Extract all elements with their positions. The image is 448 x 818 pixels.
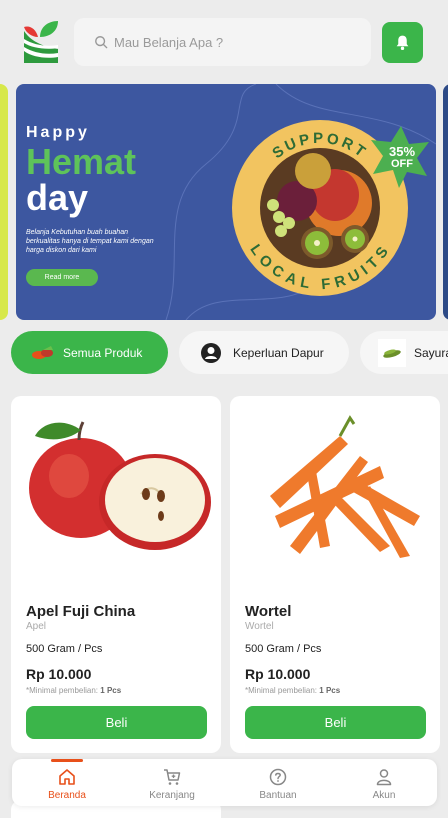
category-label: Semua Produk [63, 345, 143, 360]
product-price: Rp 10.000 [245, 666, 311, 682]
product-min-order: *Minimal pembelian: 1 Pcs [26, 686, 122, 695]
user-icon [376, 769, 392, 786]
apple-image [29, 421, 211, 550]
banner-day: day [26, 177, 89, 218]
mixed-produce-icon [32, 345, 53, 359]
read-more-button[interactable]: Read more [26, 269, 98, 286]
banner-next-peek[interactable] [443, 84, 448, 320]
banner-hemat: Hemat [26, 141, 137, 182]
search-input[interactable]: Mau Belanja Apa ? [74, 18, 371, 66]
bottom-navigation: Beranda Keranjang Bantuan Akun [12, 759, 437, 806]
product-min-order: *Minimal pembelian: 1 Pcs [245, 686, 341, 695]
banner-prev-peek[interactable] [0, 84, 8, 320]
banner-text-block: Happy Hemat day Belanja Kebutuhan buah b… [26, 124, 176, 286]
buy-button[interactable]: Beli [26, 706, 207, 739]
product-card[interactable]: Wortel Wortel 500 Gram / Pcs Rp 10.000 *… [230, 396, 440, 753]
nav-item-home[interactable]: Beranda [22, 759, 112, 806]
category-chip-all[interactable]: Semua Produk [11, 331, 168, 374]
nav-item-account[interactable]: Akun [339, 759, 429, 806]
search-placeholder: Mau Belanja Apa ? [114, 34, 224, 50]
nav-item-help[interactable]: Bantuan [233, 759, 323, 806]
nav-label: Beranda [48, 790, 86, 801]
nav-label: Bantuan [259, 790, 297, 801]
search-icon [95, 36, 108, 49]
discount-value: 35% [389, 144, 415, 159]
user-circle-icon [201, 342, 221, 363]
product-weight: 500 Gram / Pcs [245, 643, 322, 655]
product-category: Apel [26, 621, 47, 632]
carrot-image [270, 415, 420, 558]
category-label: Sayuran [414, 345, 448, 360]
vegetable-icon [378, 338, 406, 367]
product-weight: 500 Gram / Pcs [26, 643, 103, 655]
product-category: Wortel [245, 621, 274, 632]
help-icon [269, 768, 287, 786]
discount-badge: 35% OFF [371, 126, 429, 188]
home-icon [59, 769, 75, 785]
nav-label: Akun [372, 790, 396, 801]
category-chips: Semua Produk Keperluan Dapur Sayuran [0, 331, 448, 375]
nav-item-cart[interactable]: Keranjang [127, 759, 217, 806]
banner-happy: Happy [26, 124, 90, 141]
product-card[interactable]: Apel Fuji China Apel 500 Gram / Pcs Rp 1… [11, 396, 221, 753]
banner-description: Belanja Kebutuhan buah buahan berkualita… [26, 229, 154, 254]
app-logo-icon[interactable] [20, 17, 62, 65]
cart-icon [164, 769, 181, 785]
product-name: Wortel [245, 603, 292, 620]
discount-label: OFF [391, 158, 413, 170]
bell-icon [396, 35, 409, 51]
category-label: Keperluan Dapur [233, 345, 324, 360]
app-header: Mau Belanja Apa ? [0, 0, 448, 84]
category-chip-vegetables[interactable]: Sayuran [360, 331, 448, 374]
notification-button[interactable] [382, 22, 423, 63]
category-chip-kitchen[interactable]: Keperluan Dapur [179, 331, 349, 374]
promo-banner[interactable]: Happy Hemat day Belanja Kebutuhan buah b… [16, 84, 436, 320]
product-price: Rp 10.000 [26, 666, 92, 682]
nav-label: Keranjang [149, 790, 195, 801]
buy-button[interactable]: Beli [245, 706, 426, 739]
product-name: Apel Fuji China [26, 603, 136, 620]
